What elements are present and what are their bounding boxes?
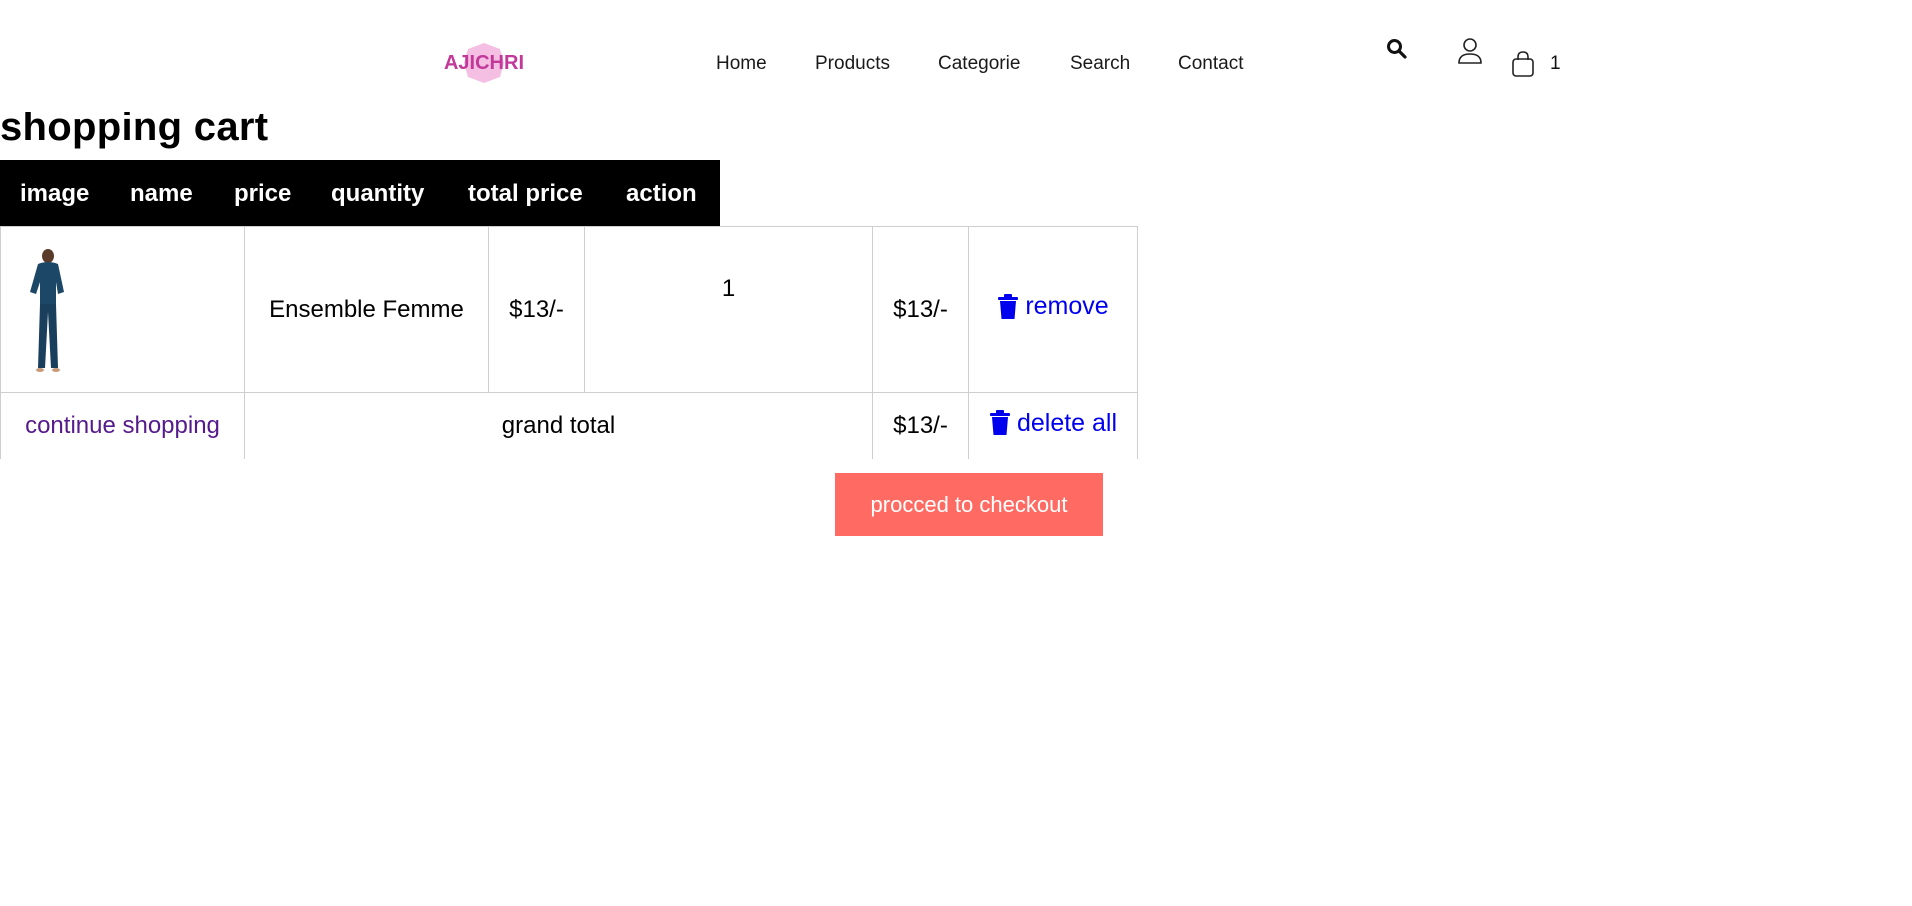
remove-button[interactable]: remove <box>997 292 1109 321</box>
cell-continue: continue shopping <box>0 392 245 459</box>
nav-search[interactable]: Search <box>1070 52 1130 76</box>
table-row: Ensemble Femme $13/- 1 $13/- remove <box>0 226 1138 393</box>
product-image <box>30 248 64 372</box>
trash-icon <box>989 410 1010 436</box>
cell-price: $13/- <box>488 226 585 393</box>
quantity-value[interactable]: 1 <box>585 275 872 303</box>
cell-quantity: 1 <box>584 226 873 393</box>
cell-delete-all: delete all <box>968 392 1138 459</box>
delete-all-button[interactable]: delete all <box>989 409 1117 438</box>
user-icon[interactable] <box>1457 37 1483 65</box>
cell-image <box>0 226 245 393</box>
checkout-button[interactable]: procced to checkout <box>835 473 1103 536</box>
logo[interactable]: AJICHRI <box>424 41 544 85</box>
trash-icon <box>998 293 1019 319</box>
search-icon[interactable] <box>1385 37 1409 61</box>
header-image: image <box>20 180 90 207</box>
delete-all-label: delete all <box>1016 408 1118 437</box>
nav-home[interactable]: Home <box>716 52 767 76</box>
nav-products[interactable]: Products <box>815 52 890 76</box>
page-title-wrapper: shopping cart <box>0 112 420 156</box>
header-total-price: total price <box>468 180 583 207</box>
header-action: action <box>626 180 697 207</box>
table-header: image name price quantity total price ac… <box>0 160 720 226</box>
header-quantity: quantity <box>331 180 425 207</box>
logo-text: AJICHRI <box>444 52 524 74</box>
header-price: price <box>234 180 292 207</box>
page-title: shopping cart <box>0 112 269 149</box>
cell-action: remove <box>968 226 1138 393</box>
shopping-bag-icon[interactable] <box>1510 50 1536 78</box>
cell-total: $13/- <box>872 226 969 393</box>
remove-label: remove <box>1025 292 1109 321</box>
cell-name: Ensemble Femme <box>244 226 489 393</box>
grand-total-row: continue shopping grand total $13/- dele… <box>0 392 1138 459</box>
cart-table: Ensemble Femme $13/- 1 $13/- remove cont… <box>0 226 1138 459</box>
header-name: name <box>130 180 193 207</box>
nav-categorie[interactable]: Categorie <box>938 52 1020 76</box>
nav-contact[interactable]: Contact <box>1178 52 1243 76</box>
cart-count-badge: 1 <box>1550 53 1561 74</box>
continue-shopping-link[interactable]: continue shopping <box>25 412 220 439</box>
grand-total-value: $13/- <box>872 392 969 459</box>
grand-total-label: grand total <box>244 392 873 459</box>
